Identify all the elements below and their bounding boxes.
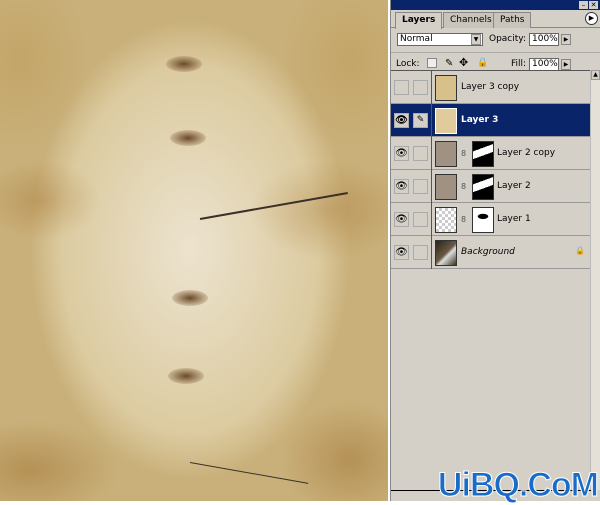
chevron-down-icon[interactable]: ▼ bbox=[471, 34, 481, 45]
layers-panel: – ✕ Layers Channels Paths ▶ Normal ▼ Opa… bbox=[390, 0, 600, 505]
layer-name: Layer 2 bbox=[497, 181, 531, 191]
opacity-slider-button[interactable]: ▶ bbox=[561, 34, 571, 45]
layer-row-background[interactable]: 👁 Background 🔒 bbox=[391, 236, 591, 269]
chain-icon[interactable]: 8 bbox=[461, 215, 466, 224]
stain-mark bbox=[168, 368, 204, 384]
stain-mark bbox=[172, 290, 208, 306]
scroll-up-arrow[interactable]: ▲ bbox=[591, 70, 600, 80]
layer-row-layer-2-copy[interactable]: 👁 8 Layer 2 copy bbox=[391, 137, 591, 170]
lock-move-icon[interactable]: ✥ bbox=[459, 56, 468, 69]
document-canvas[interactable] bbox=[0, 0, 388, 501]
visibility-toggle[interactable] bbox=[394, 80, 409, 95]
lock-transparency-icon[interactable] bbox=[427, 58, 437, 68]
layer-mask-thumbnail[interactable] bbox=[472, 141, 494, 167]
stain-mark bbox=[170, 130, 206, 146]
eye-icon[interactable]: 👁 bbox=[394, 179, 409, 194]
layer-row-layer-2[interactable]: 👁 8 Layer 2 bbox=[391, 170, 591, 203]
link-toggle[interactable] bbox=[413, 80, 428, 95]
layer-row-layer-1[interactable]: 👁 8 Layer 1 bbox=[391, 203, 591, 236]
eye-icon[interactable]: 👁 bbox=[394, 212, 409, 227]
fill-slider-button[interactable]: ▶ bbox=[561, 59, 571, 70]
layer-name: Layer 3 bbox=[461, 115, 499, 125]
eye-icon[interactable]: 👁 bbox=[394, 245, 409, 260]
layer-name: Background bbox=[461, 247, 515, 257]
layer-mask-thumbnail[interactable] bbox=[472, 207, 494, 233]
tab-paths[interactable]: Paths bbox=[493, 12, 532, 28]
blend-mode-select[interactable]: Normal ▼ bbox=[397, 33, 483, 46]
lock-all-icon[interactable]: 🔒 bbox=[477, 57, 488, 70]
layer-thumbnail bbox=[435, 141, 457, 167]
layer-thumbnail bbox=[435, 240, 457, 266]
lock-icon: 🔒 bbox=[575, 246, 585, 255]
layers-list: Layer 3 copy 👁 ✎ Layer 3 👁 8 Layer 2 copy… bbox=[391, 70, 591, 490]
panel-menu-button[interactable]: ▶ bbox=[585, 12, 598, 25]
minimize-button[interactable]: – bbox=[579, 1, 588, 9]
opacity-input[interactable]: 100% bbox=[529, 33, 559, 46]
link-toggle[interactable] bbox=[413, 146, 428, 161]
blend-mode-value: Normal bbox=[400, 34, 433, 44]
layer-thumbnail bbox=[435, 108, 457, 134]
layer-name: Layer 2 copy bbox=[497, 148, 556, 158]
layer-name: Layer 3 copy bbox=[461, 82, 520, 92]
link-toggle[interactable] bbox=[413, 245, 428, 260]
layer-row-layer-3[interactable]: 👁 ✎ Layer 3 bbox=[391, 104, 591, 137]
lock-paint-icon[interactable]: ✎ bbox=[445, 57, 453, 70]
panel-titlebar[interactable]: – ✕ bbox=[391, 0, 600, 10]
link-toggle[interactable] bbox=[413, 179, 428, 194]
chain-icon[interactable]: 8 bbox=[461, 149, 466, 158]
close-button[interactable]: ✕ bbox=[589, 1, 598, 9]
brush-icon[interactable]: ✎ bbox=[413, 113, 428, 128]
chain-icon[interactable]: 8 bbox=[461, 182, 466, 191]
tab-channels[interactable]: Channels bbox=[443, 12, 499, 28]
layer-name: Layer 1 bbox=[497, 214, 531, 224]
stain-mark bbox=[166, 56, 202, 72]
crease bbox=[199, 191, 348, 220]
crease bbox=[189, 462, 309, 484]
watermark-logo: UiBQ.CoM bbox=[437, 466, 599, 505]
link-toggle[interactable] bbox=[413, 212, 428, 227]
layer-row-layer-3-copy[interactable]: Layer 3 copy bbox=[391, 71, 591, 104]
layer-thumbnail bbox=[435, 174, 457, 200]
layers-scrollbar[interactable]: ▲ bbox=[590, 70, 600, 490]
layer-mask-thumbnail[interactable] bbox=[472, 174, 494, 200]
tab-layers[interactable]: Layers bbox=[395, 12, 443, 29]
opacity-label: Opacity: bbox=[489, 34, 526, 44]
eye-icon[interactable]: 👁 bbox=[394, 113, 409, 128]
layer-thumbnail bbox=[435, 207, 457, 233]
layer-thumbnail bbox=[435, 75, 457, 101]
eye-icon[interactable]: 👁 bbox=[394, 146, 409, 161]
